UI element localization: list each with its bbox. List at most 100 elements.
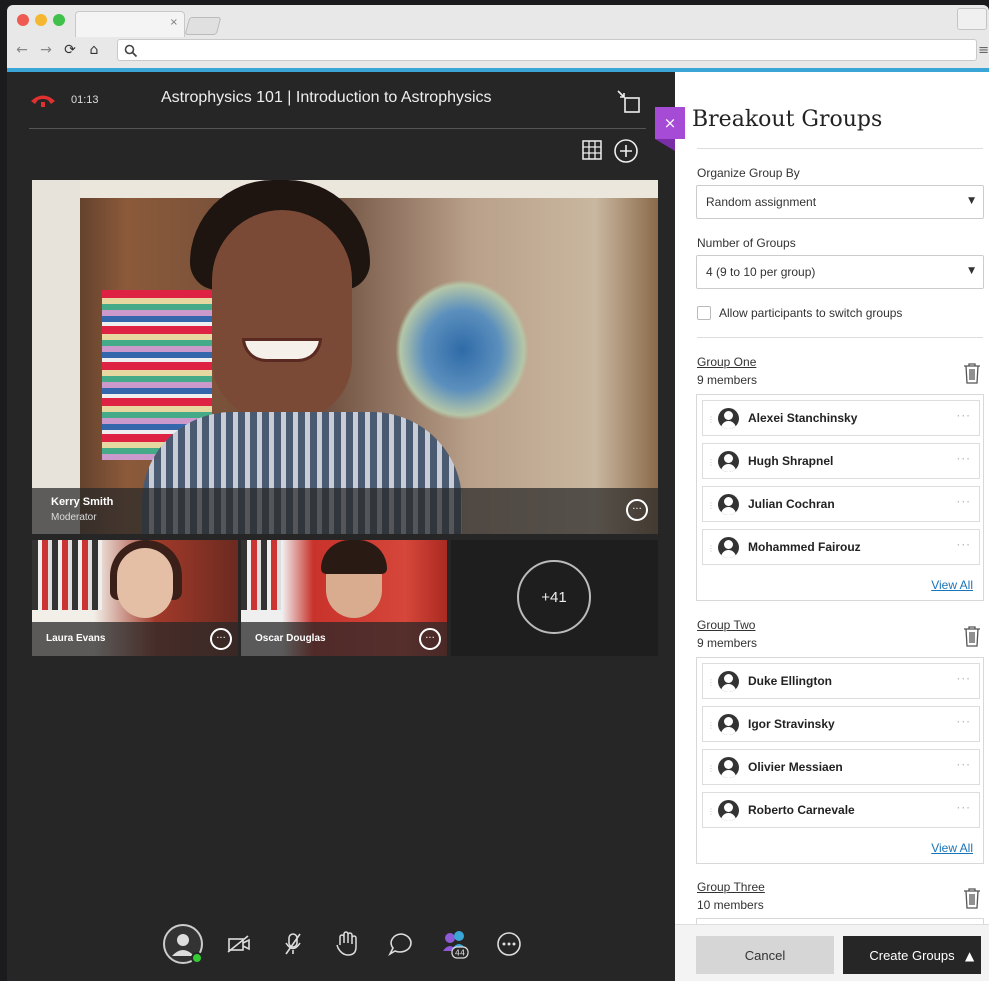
- chat-button[interactable]: [383, 926, 419, 962]
- background-shelf-left: [32, 180, 80, 534]
- participant-tile[interactable]: Laura Evans ···: [32, 540, 238, 656]
- avatar: [718, 757, 739, 778]
- avatar: [718, 671, 739, 692]
- group-two-count: 9 members: [697, 636, 758, 650]
- more-options-icon[interactable]: ···: [957, 452, 971, 466]
- drag-handle-icon[interactable]: ⋮: [707, 458, 715, 467]
- number-groups-value: 4 (9 to 10 per group): [706, 265, 816, 279]
- new-tab-button[interactable]: [184, 17, 222, 35]
- panel-footer: Cancel Create Groups ▲: [675, 924, 989, 981]
- overflow-tile[interactable]: +41: [451, 540, 658, 656]
- add-icon[interactable]: [613, 138, 639, 164]
- hand-icon: [336, 931, 357, 956]
- more-options-icon[interactable]: ···: [957, 672, 971, 686]
- leave-session-icon[interactable]: [29, 92, 57, 108]
- switch-groups-label[interactable]: Allow participants to switch groups: [719, 306, 902, 320]
- member-row[interactable]: ⋮ Igor Stravinsky ···: [702, 706, 980, 742]
- avatar: [718, 537, 739, 558]
- background-books: [32, 540, 102, 610]
- trash-icon[interactable]: [962, 362, 982, 384]
- mouse-cursor-icon: ▲: [965, 949, 975, 963]
- more-options-icon[interactable]: ···: [957, 758, 971, 772]
- browser-tab[interactable]: ×: [75, 11, 185, 37]
- drag-handle-icon[interactable]: ⋮: [707, 501, 715, 510]
- close-panel-button[interactable]: ×: [655, 107, 685, 139]
- more-options-icon[interactable]: ···: [957, 409, 971, 423]
- overflow-count[interactable]: +41: [517, 560, 591, 634]
- drag-handle-icon[interactable]: ⋮: [707, 678, 715, 687]
- member-name: Duke Ellington: [748, 674, 832, 688]
- switch-groups-checkbox[interactable]: [697, 306, 711, 320]
- grid-view-icon[interactable]: [582, 140, 602, 160]
- minimize-window-dot[interactable]: [35, 14, 47, 26]
- address-bar[interactable]: [117, 39, 977, 61]
- member-row[interactable]: ⋮ Hugh Shrapnel ···: [702, 443, 980, 479]
- trash-icon[interactable]: [962, 625, 982, 647]
- drag-handle-icon[interactable]: ⋮: [707, 721, 715, 730]
- number-groups-select[interactable]: 4 (9 to 10 per group) ▼: [696, 255, 984, 289]
- create-groups-button[interactable]: Create Groups: [843, 936, 981, 974]
- home-icon[interactable]: ⌂: [87, 42, 101, 58]
- participant-name: Laura Evans: [46, 633, 106, 644]
- group-three-title[interactable]: Group Three: [697, 880, 765, 894]
- attendees-count: 44: [455, 949, 465, 958]
- more-options-icon[interactable]: ···: [419, 628, 441, 650]
- zoom-window-dot[interactable]: [53, 14, 65, 26]
- attendees-button[interactable]: 44: [437, 926, 473, 962]
- session-controls: 44: [163, 924, 527, 964]
- more-options-icon[interactable]: ···: [626, 499, 648, 521]
- exit-fullscreen-icon[interactable]: [617, 90, 641, 114]
- member-name: Alexei Stanchinsky: [748, 411, 858, 425]
- group-two-title[interactable]: Group Two: [697, 618, 755, 632]
- chat-bubble-icon: [388, 933, 412, 956]
- member-name: Roberto Carnevale: [748, 803, 855, 817]
- drag-handle-icon[interactable]: ⋮: [707, 544, 715, 553]
- participant-face: [117, 548, 173, 618]
- group-one-title[interactable]: Group One: [697, 355, 756, 369]
- participant-name: Oscar Douglas: [255, 633, 326, 644]
- participant-tile[interactable]: Oscar Douglas ···: [241, 540, 447, 656]
- member-row[interactable]: ⋮ Roberto Carnevale ···: [702, 792, 980, 828]
- drag-handle-icon[interactable]: ⋮: [707, 415, 715, 424]
- my-status-button[interactable]: [163, 924, 203, 964]
- back-icon[interactable]: ←: [15, 42, 29, 58]
- camera-toggle-button[interactable]: [221, 926, 257, 962]
- reload-icon[interactable]: ⟳: [63, 42, 77, 58]
- more-options-icon[interactable]: ···: [957, 538, 971, 552]
- group-one-members: ⋮ Alexei Stanchinsky ··· ⋮ Hugh Shrapnel…: [696, 394, 984, 601]
- member-row[interactable]: ⋮ Mohammed Fairouz ···: [702, 529, 980, 565]
- more-options-icon[interactable]: ···: [210, 628, 232, 650]
- background-shelf: [32, 180, 658, 198]
- forward-icon[interactable]: →: [39, 42, 53, 58]
- number-groups-label: Number of Groups: [697, 236, 796, 250]
- browser-menu-icon[interactable]: ≡: [978, 43, 989, 58]
- organize-select[interactable]: Random assignment ▼: [696, 185, 984, 219]
- microphone-toggle-button[interactable]: [275, 926, 311, 962]
- close-window-dot[interactable]: [17, 14, 29, 26]
- view-all-link[interactable]: View All: [931, 841, 973, 855]
- drag-handle-icon[interactable]: ⋮: [707, 764, 715, 773]
- panel-divider: [697, 337, 983, 338]
- raise-hand-button[interactable]: [329, 926, 365, 962]
- main-video-tile[interactable]: Kerry Smith Moderator ···: [32, 180, 658, 534]
- more-options-icon[interactable]: ···: [957, 715, 971, 729]
- cancel-button[interactable]: Cancel: [696, 936, 834, 974]
- trash-icon[interactable]: [962, 887, 982, 909]
- member-row[interactable]: ⋮ Duke Ellington ···: [702, 663, 980, 699]
- chevron-down-icon: ▼: [968, 196, 975, 206]
- member-name: Igor Stravinsky: [748, 717, 835, 731]
- member-row[interactable]: ⋮ Alexei Stanchinsky ···: [702, 400, 980, 436]
- window-controls: [17, 14, 65, 26]
- background-books: [241, 540, 281, 610]
- view-all-link[interactable]: View All: [931, 578, 973, 592]
- member-name: Olivier Messiaen: [748, 760, 843, 774]
- more-options-button[interactable]: [491, 926, 527, 962]
- member-row[interactable]: ⋮ Julian Cochran ···: [702, 486, 980, 522]
- drag-handle-icon[interactable]: ⋮: [707, 807, 715, 816]
- browser-profile-button[interactable]: [957, 8, 987, 30]
- more-options-icon[interactable]: ···: [957, 801, 971, 815]
- more-options-icon[interactable]: ···: [957, 495, 971, 509]
- member-row[interactable]: ⋮ Olivier Messiaen ···: [702, 749, 980, 785]
- presenter-role: Moderator: [51, 512, 97, 523]
- tab-close-icon[interactable]: ×: [170, 17, 178, 28]
